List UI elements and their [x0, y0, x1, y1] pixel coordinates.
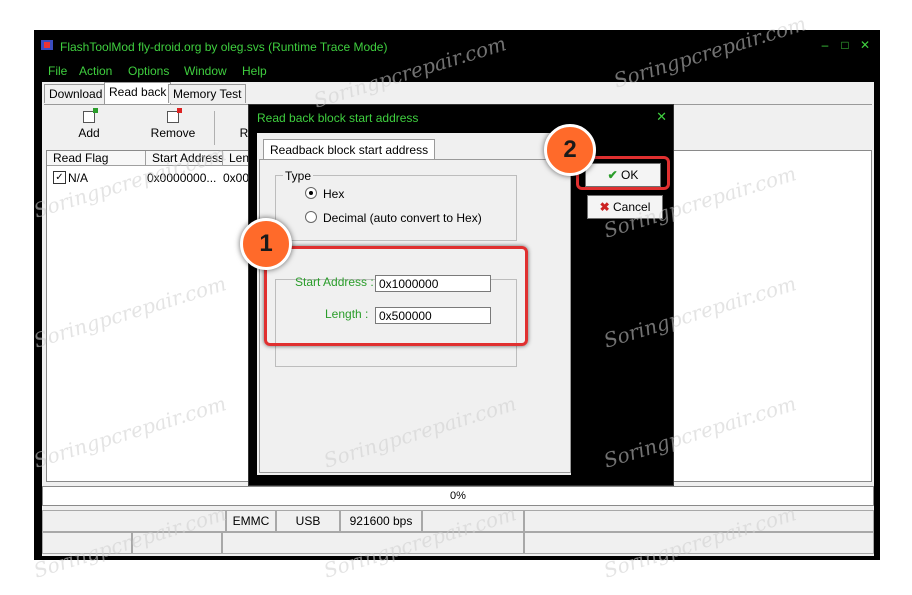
status-empty-5 [132, 532, 222, 554]
radio-hex-label: Hex [323, 187, 345, 201]
menu-help[interactable]: Help [242, 64, 267, 78]
column-start-address[interactable]: Start Address [146, 151, 223, 166]
status-empty-3 [524, 510, 874, 532]
status-storage: EMMC [226, 510, 276, 532]
maximize-button[interactable]: □ [838, 38, 852, 52]
menu-options[interactable]: Options [128, 64, 169, 78]
status-empty-7 [524, 532, 874, 554]
radio-hex-dot[interactable] [305, 187, 317, 199]
row-checkbox[interactable]: ✓ [53, 171, 66, 184]
add-icon [83, 108, 98, 123]
radio-decimal[interactable]: Decimal (auto convert to Hex) [305, 211, 482, 225]
menu-file[interactable]: File [48, 64, 67, 78]
tab-readback-block-start[interactable]: Readback block start address [263, 139, 436, 160]
tab-read-back[interactable]: Read back [104, 82, 172, 104]
dialog-title: Read back block start address [257, 111, 419, 125]
status-port: USB [276, 510, 340, 532]
status-empty-1 [42, 510, 226, 532]
status-empty-4 [42, 532, 132, 554]
row-flag: N/A [68, 171, 89, 185]
remove-button[interactable]: Remove [150, 108, 196, 140]
column-read-flag[interactable]: Read Flag [47, 151, 146, 166]
status-empty-6 [222, 532, 524, 554]
radio-hex[interactable]: Hex [305, 187, 344, 201]
type-group [275, 175, 517, 241]
menu-window[interactable]: Window [184, 64, 227, 78]
tab-download[interactable]: Download [44, 84, 108, 103]
cancel-button[interactable]: ✖ Cancel [587, 195, 663, 219]
remove-label: Remove [150, 126, 196, 140]
app-icon [41, 40, 53, 50]
add-label: Add [78, 126, 100, 140]
cancel-icon: ✖ [599, 200, 610, 214]
row-start-address: 0x0000000... [147, 171, 217, 185]
radio-decimal-dot[interactable] [305, 211, 317, 223]
cancel-label: Cancel [613, 200, 651, 214]
status-baud: 921600 bps [340, 510, 422, 532]
toolbar-separator [214, 111, 215, 145]
radio-decimal-label: Decimal (auto convert to Hex) [323, 211, 482, 225]
remove-icon [167, 108, 182, 123]
type-legend: Type [283, 169, 314, 183]
progress-bar: 0% [42, 486, 874, 506]
add-button[interactable]: Add [74, 108, 104, 140]
menu-action[interactable]: Action [79, 64, 112, 78]
minimize-button[interactable]: – [818, 38, 832, 52]
window-title: FlashToolMod fly-droid.org by oleg.svs (… [60, 40, 388, 54]
status-bar: EMMC USB 921600 bps [42, 508, 874, 556]
step-1-badge: 1 [240, 218, 292, 270]
highlight-address-fields [264, 246, 528, 346]
step-2-badge: 2 [544, 124, 596, 176]
close-button[interactable]: ✕ [858, 38, 872, 52]
row-length: 0x00 [223, 171, 250, 185]
status-empty-2 [422, 510, 524, 532]
tab-memory-test[interactable]: Memory Test [168, 84, 247, 103]
dialog-close-button[interactable]: ✕ [656, 109, 667, 125]
